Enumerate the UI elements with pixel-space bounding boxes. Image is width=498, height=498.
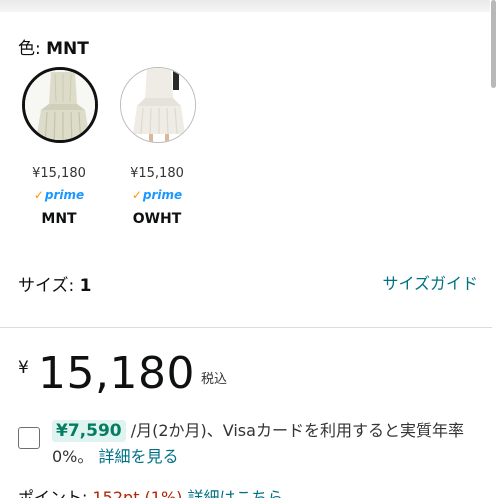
installment-checkbox[interactable]: [18, 427, 40, 449]
color-label-text: 色:: [18, 39, 41, 59]
installment-details-link[interactable]: 詳細を見る: [98, 447, 178, 466]
skirt-image-mnt: [25, 70, 95, 140]
color-selection-label: 色: MNT: [18, 34, 89, 59]
swatch-price-owht: ¥15,180: [130, 166, 184, 181]
prime-label: prime: [44, 188, 85, 202]
installment-offer: ¥7,590 /月(2か月)、Visaカードを利用すると実質年率0%。 詳細を見…: [52, 418, 482, 470]
size-label-text: サイズ:: [18, 276, 75, 296]
prime-badge-mnt: ✓prime: [14, 188, 104, 202]
color-value: MNT: [46, 39, 89, 59]
installment-amount: ¥7,590: [52, 420, 126, 442]
size-value: 1: [79, 276, 92, 296]
skirt-image-owht: [121, 68, 195, 142]
tax-included-note: 税込: [201, 372, 228, 387]
swatch-image-mnt[interactable]: [22, 67, 98, 143]
points-value: 152pt (1%): [92, 488, 183, 498]
prime-check-icon: ✓: [131, 188, 142, 202]
points-row: ポイント: 152pt (1%) 詳細はこちら: [18, 484, 284, 498]
price-currency-symbol: ¥: [18, 358, 29, 378]
swatch-image-owht[interactable]: [120, 67, 196, 143]
swatch-name-owht: OWHT: [132, 211, 182, 227]
top-shade: [0, 0, 490, 12]
points-details-link[interactable]: 詳細はこちら: [188, 488, 284, 498]
size-guide-link[interactable]: サイズガイド: [382, 270, 478, 294]
points-label: ポイント:: [18, 488, 88, 498]
section-divider: [0, 327, 492, 328]
scrollbar[interactable]: [491, 0, 496, 88]
size-selection-label: サイズ: 1: [18, 271, 91, 296]
product-options-panel: 色: MNT ¥15,180 ✓prime MNT ¥15,180 ✓prime…: [0, 0, 498, 498]
swatch-price-mnt: ¥15,180: [32, 166, 86, 181]
swatch-name-mnt: MNT: [41, 211, 77, 227]
price-amount: 15,180: [38, 348, 195, 399]
prime-label: prime: [142, 188, 183, 202]
prime-check-icon: ✓: [33, 188, 44, 202]
prime-badge-owht: ✓prime: [112, 188, 202, 202]
